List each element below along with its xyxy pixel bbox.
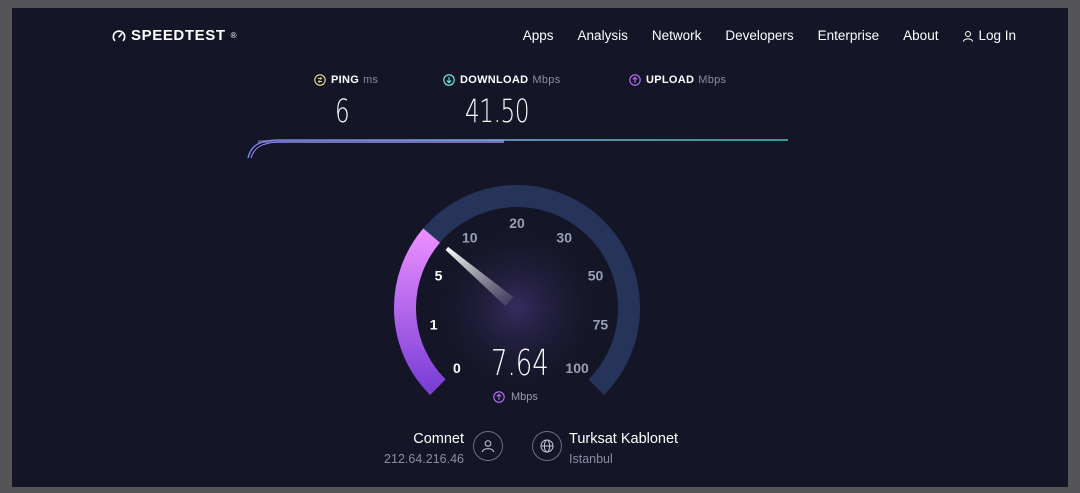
nav-analysis[interactable]: Analysis bbox=[578, 28, 628, 43]
ping-label: PING bbox=[331, 74, 360, 86]
nav-developers[interactable]: Developers bbox=[725, 28, 793, 43]
speed-unit-label: Mbps bbox=[511, 391, 538, 403]
gauge-logo-icon bbox=[112, 29, 126, 41]
upload-metric: UPLOAD Mbps bbox=[629, 74, 726, 86]
person-icon bbox=[482, 440, 494, 453]
upload-graph-line bbox=[250, 141, 504, 159]
gauge-tick-label: 0 bbox=[453, 360, 461, 376]
isp-info: Comnet 212.64.216.46 bbox=[312, 431, 464, 466]
brand-name: SPEEDTEST bbox=[131, 27, 226, 44]
gauge-tick-label: 10 bbox=[462, 229, 478, 245]
current-speed-unit: Mbps bbox=[493, 391, 538, 403]
isp-name: Comnet bbox=[413, 431, 464, 447]
nav-network[interactable]: Network bbox=[652, 28, 702, 43]
server-name: Turksat Kablonet bbox=[569, 431, 679, 447]
upload-icon bbox=[629, 74, 641, 86]
login-link[interactable]: Log In bbox=[962, 28, 1016, 43]
gauge-tick-label: 75 bbox=[593, 317, 609, 333]
server-globe-button[interactable] bbox=[532, 431, 562, 461]
upload-unit: Mbps bbox=[698, 74, 727, 86]
download-metric: DOWNLOAD Mbps 41.50 bbox=[443, 74, 561, 130]
nav-about[interactable]: About bbox=[903, 28, 938, 43]
nav-enterprise[interactable]: Enterprise bbox=[818, 28, 880, 43]
speedtest-page: SPEEDTEST ® Apps Analysis Network Develop… bbox=[12, 8, 1068, 487]
ping-value: 6 bbox=[335, 92, 350, 130]
globe-icon bbox=[540, 439, 554, 453]
upload-arrow-icon bbox=[493, 391, 505, 403]
user-icon bbox=[963, 30, 974, 42]
top-nav: Apps Analysis Network Developers Enterpr… bbox=[499, 28, 1016, 43]
current-speed-value: 7.64 bbox=[491, 343, 549, 384]
ping-unit: ms bbox=[363, 74, 379, 86]
gauge-tick-label: 100 bbox=[565, 360, 589, 376]
gauge-tick-label: 20 bbox=[509, 215, 525, 231]
server-info[interactable]: Turksat Kablonet Istanbul bbox=[569, 431, 678, 466]
nav-apps[interactable]: Apps bbox=[523, 28, 554, 43]
upload-label: UPLOAD bbox=[646, 74, 695, 86]
isp-ip: 212.64.216.46 bbox=[384, 452, 464, 466]
speedtest-logo[interactable]: SPEEDTEST ® bbox=[112, 27, 237, 44]
speed-history-graph bbox=[247, 139, 788, 159]
isp-user-button[interactable] bbox=[473, 431, 503, 461]
brand-trademark: ® bbox=[230, 31, 238, 40]
server-location: Istanbul bbox=[569, 452, 613, 466]
download-value: 41.50 bbox=[465, 92, 530, 130]
gauge-tick-label: 30 bbox=[556, 229, 572, 245]
download-label: DOWNLOAD bbox=[460, 74, 529, 86]
login-label: Log In bbox=[978, 28, 1016, 43]
gauge-tick-label: 50 bbox=[588, 268, 604, 284]
download-icon bbox=[443, 74, 455, 86]
download-unit: Mbps bbox=[532, 74, 561, 86]
gauge-tick-label: 1 bbox=[430, 317, 438, 333]
ping-metric: PING ms 6 bbox=[314, 74, 379, 130]
ping-icon bbox=[314, 74, 326, 86]
gauge-tick-label: 5 bbox=[435, 268, 443, 284]
